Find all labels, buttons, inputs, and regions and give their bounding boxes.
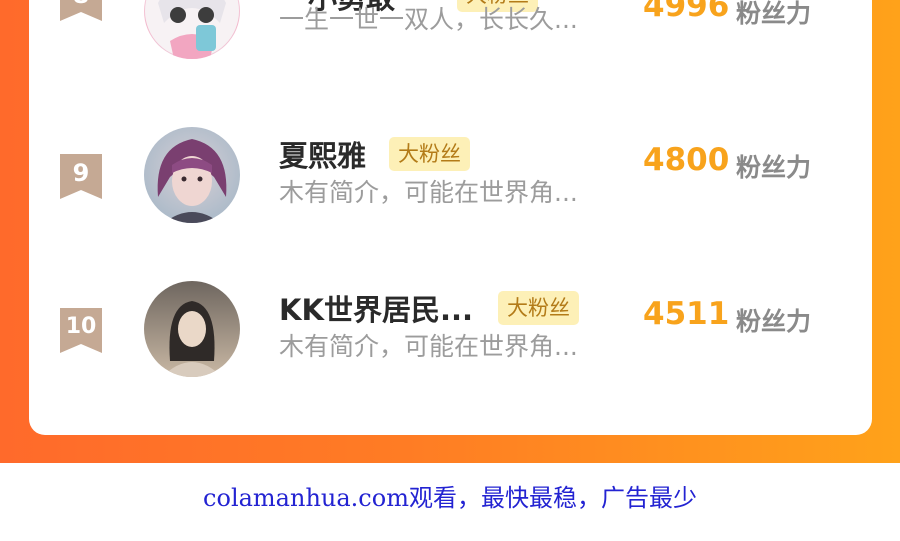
- user-bio: 木有简介，可能在世界角...: [279, 332, 578, 361]
- user-name[interactable]: KK世界居民...: [279, 287, 473, 329]
- rank-ribbon-badge: 8: [60, 0, 102, 21]
- avatar[interactable]: [144, 0, 240, 59]
- fan-power-score: 4800: [643, 142, 730, 178]
- ranking-row[interactable]: 8 一小勇敢一 大粉丝 一生一世一双人，长长久... 4996 粉丝力: [29, 0, 872, 110]
- user-bio: 木有简介，可能在世界角...: [279, 178, 578, 207]
- rank-ribbon-badge: 10: [60, 308, 102, 353]
- ranking-row[interactable]: 9 夏熙雅 大粉丝 木有简介，可能在世界角... 4800 粉丝力: [29, 127, 872, 264]
- fan-power-unit: 粉丝力: [736, 153, 812, 182]
- fan-power-unit: 粉丝力: [736, 0, 812, 28]
- fan-power-score: 4996: [643, 0, 730, 24]
- rank-ribbon-badge: 9: [60, 154, 102, 199]
- fan-level-badge: 大粉丝: [389, 137, 470, 171]
- user-bio: 一生一世一双人，长长久...: [279, 5, 578, 34]
- source-watermark-text: colamanhua.com观看，最快最稳，广告最少: [203, 484, 697, 512]
- fan-level-badge: 大粉丝: [498, 291, 579, 325]
- fan-power-score: 4511: [643, 296, 730, 332]
- avatar[interactable]: [144, 281, 240, 377]
- fan-ranking-card: 8 一小勇敢一 大粉丝 一生一世一双人，长长久... 4996 粉丝力 9: [29, 0, 872, 435]
- avatar[interactable]: [144, 127, 240, 223]
- ranking-row[interactable]: 10 KK世界居民... 大粉丝 木有简介，可能在世界角... 4511 粉丝力: [29, 281, 872, 418]
- user-name[interactable]: 夏熙雅: [279, 133, 366, 175]
- fan-power-unit: 粉丝力: [736, 307, 812, 336]
